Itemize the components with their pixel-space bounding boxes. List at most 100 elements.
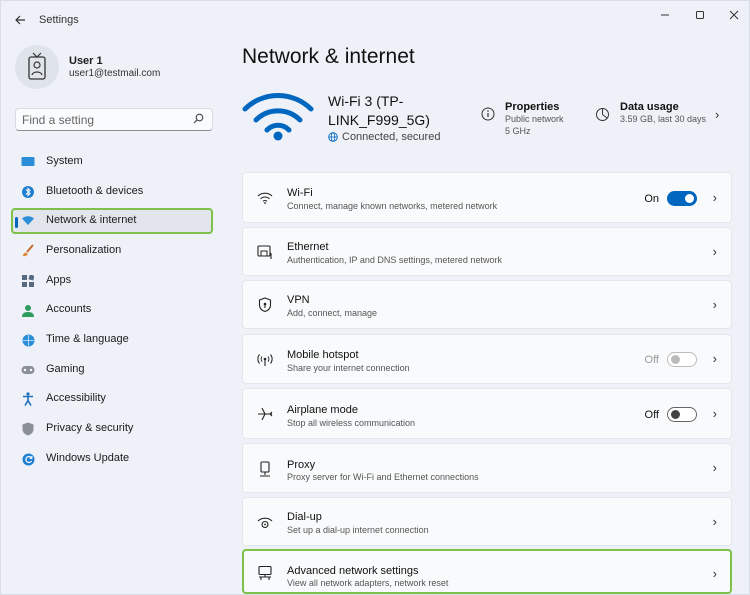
search-icon[interactable] (193, 113, 204, 127)
card-title: Airplane mode (287, 404, 358, 416)
dial-up-card[interactable]: Dial-up Set up a dial-up internet connec… (242, 497, 732, 546)
title-bar: Settings (1, 1, 750, 37)
chevron-right-icon[interactable]: › (713, 190, 717, 205)
page-title: Network & internet (242, 45, 415, 68)
advanced-network-icon (256, 564, 274, 582)
gamepad-icon (21, 363, 35, 377)
card-subtitle: Proxy server for Wi-Fi and Ethernet conn… (287, 472, 479, 482)
sidebar-item-label: System (46, 155, 83, 167)
airplane-toggle-state: Off (644, 409, 659, 421)
connection-status-text: Connected, secured (342, 131, 441, 143)
sidebar-item-time-language[interactable]: Time & language (11, 327, 213, 353)
hotspot-icon (256, 351, 274, 369)
hotspot-toggle[interactable] (667, 352, 697, 367)
ethernet-card[interactable]: Ethernet Authentication, IP and DNS sett… (242, 227, 732, 276)
card-title: Wi-Fi (287, 187, 313, 199)
chevron-right-icon[interactable]: › (713, 460, 717, 475)
sidebar-item-label: Bluetooth & devices (46, 185, 144, 197)
card-subtitle: Connect, manage known networks, metered … (287, 201, 498, 211)
properties-band: 5 GHz (505, 126, 531, 136)
chevron-right-icon[interactable]: › (713, 514, 717, 529)
proxy-card[interactable]: Proxy Proxy server for Wi-Fi and Etherne… (242, 443, 732, 493)
properties-network-type: Public network (505, 114, 564, 124)
vpn-card[interactable]: VPN Add, connect, manage › (242, 280, 732, 329)
globe-clock-icon (21, 333, 35, 347)
card-subtitle: Share your internet connection (287, 363, 410, 373)
sidebar-item-label: Gaming (46, 363, 85, 375)
brush-icon (21, 244, 35, 258)
search-input[interactable] (22, 112, 187, 128)
chevron-right-icon[interactable]: › (713, 351, 717, 366)
chevron-right-icon[interactable]: › (713, 244, 717, 259)
app-title: Settings (39, 14, 79, 26)
card-subtitle: Authentication, IP and DNS settings, met… (287, 255, 502, 265)
vpn-shield-icon (256, 296, 274, 314)
chevron-right-icon[interactable]: › (713, 406, 717, 421)
sidebar-item-system[interactable]: System (11, 149, 213, 175)
sidebar-item-personalization[interactable]: Personalization (11, 238, 213, 264)
proxy-icon (256, 460, 274, 478)
card-subtitle: Add, connect, manage (287, 308, 378, 318)
shield-icon (21, 422, 35, 436)
avatar[interactable] (15, 45, 59, 89)
sidebar-item-label: Personalization (46, 244, 122, 256)
card-title: Proxy (287, 459, 316, 471)
system-icon (21, 155, 35, 169)
user-name: User 1 (69, 55, 103, 67)
advanced-network-settings-card[interactable]: Advanced network settings View all netwo… (242, 549, 732, 594)
sidebar-item-apps[interactable]: Apps (11, 268, 213, 294)
accounts-icon (21, 303, 35, 317)
data-usage-title: Data usage (620, 101, 679, 113)
sidebar-item-accessibility[interactable]: Accessibility (11, 386, 213, 412)
properties-title: Properties (505, 101, 560, 113)
close-icon (729, 10, 739, 20)
sidebar-item-bluetooth[interactable]: Bluetooth & devices (11, 179, 213, 205)
card-title: Advanced network settings (287, 565, 419, 577)
sidebar-item-windows-update[interactable]: Windows Update (11, 446, 213, 472)
hotspot-toggle-state: Off (644, 354, 659, 366)
maximize-icon (696, 11, 704, 19)
mobile-hotspot-card[interactable]: Mobile hotspot Share your internet conne… (242, 334, 732, 384)
search-box[interactable] (15, 108, 213, 131)
airplane-mode-card[interactable]: Airplane mode Stop all wireless communic… (242, 388, 732, 439)
sidebar-item-label: Privacy & security (46, 422, 134, 434)
data-usage-chevron-icon[interactable]: › (715, 107, 719, 122)
wifi-icon (256, 189, 274, 207)
airplane-toggle[interactable] (667, 407, 697, 422)
accessibility-icon (21, 392, 35, 406)
minimize-button[interactable] (651, 5, 679, 25)
connected-network-name: Wi-Fi 3 (TP-LINK_F999_5G) (328, 93, 430, 128)
connection-status: Connected, secured (328, 131, 440, 143)
apps-icon (21, 274, 35, 288)
sidebar-item-label: Accounts (46, 303, 92, 315)
back-button[interactable] (11, 11, 29, 29)
card-subtitle: Set up a dial-up internet connection (287, 525, 429, 535)
ethernet-icon (256, 243, 274, 261)
sidebar-item-label: Windows Update (46, 452, 130, 464)
dialup-icon (256, 513, 274, 531)
bluetooth-icon (21, 185, 35, 199)
chevron-right-icon[interactable]: › (713, 566, 717, 581)
chevron-right-icon[interactable]: › (713, 297, 717, 312)
card-subtitle: View all network adapters, network reset (287, 578, 449, 588)
wifi-toggle[interactable] (667, 191, 697, 206)
sidebar-item-label: Network & internet (46, 214, 137, 226)
sidebar-item-gaming[interactable]: Gaming (11, 357, 213, 383)
data-usage-amount: 3.59 GB, last 30 days (620, 114, 707, 124)
sidebar-item-accounts[interactable]: Accounts (11, 297, 213, 323)
wifi-toggle-state: On (644, 193, 659, 205)
sidebar-item-network[interactable]: Network & internet (11, 208, 213, 234)
card-subtitle: Stop all wireless communication (287, 418, 416, 428)
wifi-signal-icon (242, 93, 314, 141)
minimize-icon (661, 14, 669, 16)
sidebar-item-label: Time & language (46, 333, 129, 345)
sidebar-item-label: Accessibility (46, 392, 106, 404)
user-badge-icon (28, 52, 46, 80)
wifi-card[interactable]: Wi-Fi Connect, manage known networks, me… (242, 172, 732, 223)
card-title: Dial-up (287, 511, 322, 523)
active-indicator (15, 217, 18, 228)
close-button[interactable] (720, 5, 748, 25)
maximize-button[interactable] (686, 5, 714, 25)
sidebar-item-privacy[interactable]: Privacy & security (11, 416, 213, 442)
update-icon (21, 452, 35, 466)
